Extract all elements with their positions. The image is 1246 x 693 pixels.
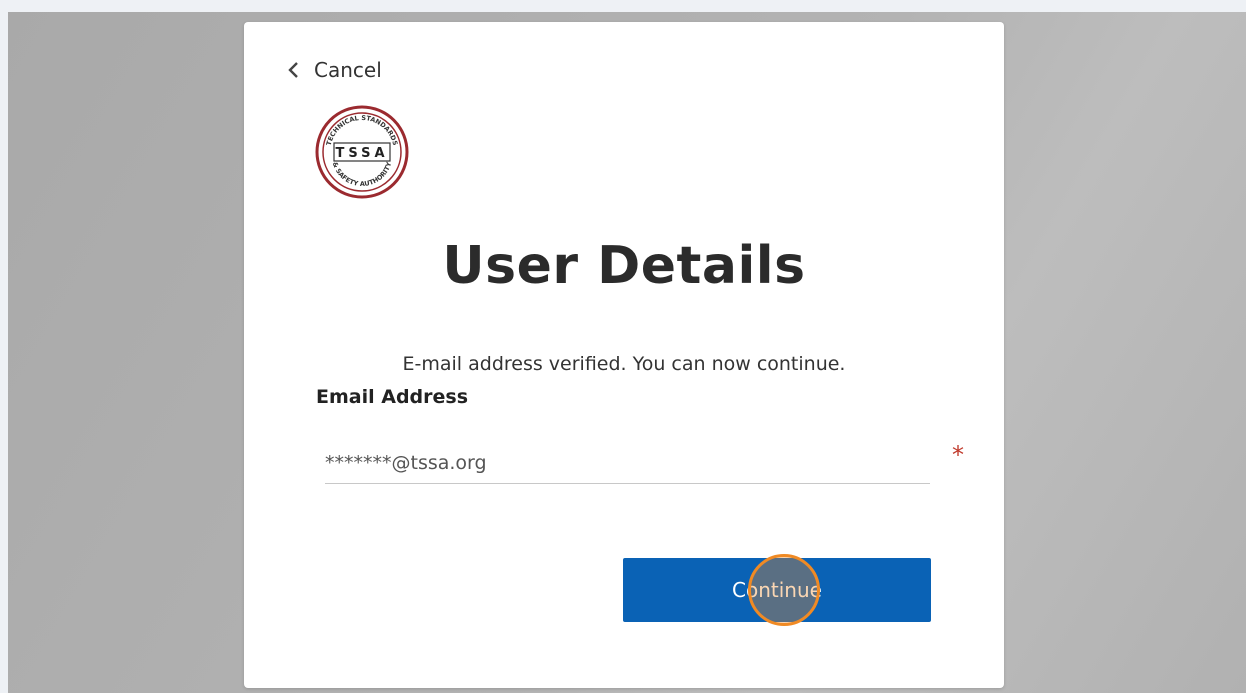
chevron-left-icon [284, 60, 304, 80]
svg-text:TSSA: TSSA [335, 146, 388, 161]
user-details-card: Cancel TECHNICAL STANDARDS & SAFETY AUTH… [244, 22, 1004, 688]
cancel-label: Cancel [314, 58, 382, 82]
page-title: User Details [442, 236, 806, 296]
email-label: Email Address [316, 386, 469, 408]
continue-button[interactable]: Continue [623, 558, 931, 622]
cancel-link[interactable]: Cancel [284, 56, 382, 84]
required-indicator: * [952, 441, 964, 469]
tssa-logo: TECHNICAL STANDARDS & SAFETY AUTHORITY T… [314, 104, 410, 200]
verified-message: E-mail address verified. You can now con… [402, 353, 846, 375]
email-field[interactable] [325, 443, 930, 484]
